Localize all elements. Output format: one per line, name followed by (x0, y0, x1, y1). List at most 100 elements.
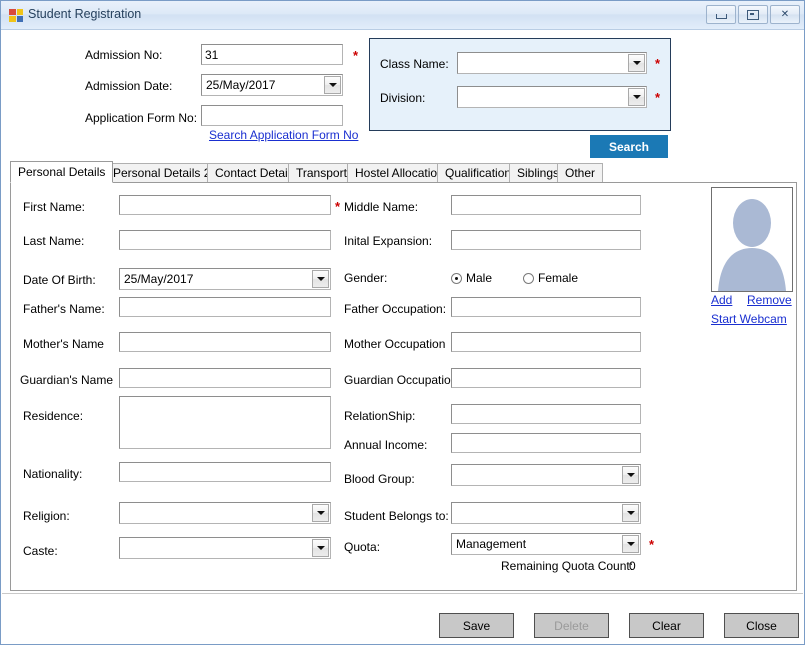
remaining-quota-count-label: Remaining Quota Count: (501, 559, 633, 573)
relationship-input[interactable] (451, 404, 641, 424)
chevron-down-icon[interactable] (628, 54, 645, 72)
fathers-name-label: Father's Name: (23, 302, 105, 316)
guardian-occupation-input[interactable] (451, 368, 641, 388)
nationality-label: Nationality: (23, 467, 82, 481)
window-controls: ✕ (706, 5, 800, 24)
class-division-panel: Class Name: * Division: * (369, 38, 671, 131)
mother-occupation-label: Mother Occupation (344, 337, 445, 351)
mother-occupation-input[interactable] (451, 332, 641, 352)
student-photo-box[interactable] (711, 187, 793, 292)
first-name-input[interactable] (119, 195, 331, 215)
add-photo-link[interactable]: Add (711, 293, 732, 307)
religion-combobox[interactable] (119, 502, 331, 524)
division-label: Division: (380, 91, 425, 105)
religion-label: Religion: (23, 509, 70, 523)
maximize-button[interactable] (738, 5, 768, 24)
search-application-form-no-link[interactable]: Search Application Form No (209, 128, 358, 142)
last-name-input[interactable] (119, 230, 331, 250)
chevron-down-icon[interactable] (324, 76, 341, 94)
middle-name-label: Middle Name: (344, 200, 418, 214)
delete-button[interactable]: Delete (534, 613, 609, 638)
start-webcam-link[interactable]: Start Webcam (711, 312, 787, 326)
save-button[interactable]: Save (439, 613, 514, 638)
guardians-name-label: Guardian's Name (20, 373, 113, 387)
clear-button[interactable]: Clear (629, 613, 704, 638)
gender-label: Gender: (344, 271, 387, 285)
radio-unselected-icon (523, 273, 534, 284)
close-button-footer[interactable]: Close (724, 613, 799, 638)
admission-date-label: Admission Date: (85, 79, 172, 93)
gender-female-label: Female (538, 271, 578, 285)
minimize-icon (707, 6, 735, 23)
inital-expansion-input[interactable] (451, 230, 641, 250)
nationality-input[interactable] (119, 462, 331, 482)
blood-group-label: Blood Group: (344, 472, 415, 486)
tab-personal-details-2[interactable]: Personal Details 2 (105, 163, 218, 182)
caste-label: Caste: (23, 544, 58, 558)
tab-strip: Personal Details Personal Details 2 Cont… (10, 161, 797, 182)
chevron-down-icon[interactable] (628, 88, 645, 106)
gender-male-label: Male (466, 271, 492, 285)
tab-qualification[interactable]: Qualification (437, 163, 519, 182)
mothers-name-label: Mother's Name (23, 337, 104, 351)
residence-textarea[interactable] (119, 396, 331, 449)
gender-radio-female[interactable]: Female (523, 271, 578, 285)
admission-date-value: 25/May/2017 (206, 75, 275, 95)
form-icon (9, 9, 23, 22)
chevron-down-icon[interactable] (622, 535, 639, 553)
annual-income-label: Annual Income: (344, 438, 427, 452)
radio-selected-icon (451, 273, 462, 284)
person-silhouette-icon (712, 188, 792, 291)
admission-no-input[interactable] (201, 44, 343, 65)
chevron-down-icon[interactable] (312, 270, 329, 288)
remaining-quota-count-value: 0 (629, 559, 636, 573)
chevron-down-icon[interactable] (312, 504, 329, 522)
division-combobox[interactable] (457, 86, 647, 108)
gender-radio-male[interactable]: Male (451, 271, 492, 285)
last-name-label: Last Name: (23, 234, 84, 248)
guardian-occupation-label: Guardian Occupation (344, 373, 457, 387)
title-bar: Student Registration ✕ (1, 1, 805, 30)
admission-no-required-marker: * (353, 49, 358, 62)
quota-label: Quota: (344, 540, 380, 554)
caste-combobox[interactable] (119, 537, 331, 559)
date-of-birth-combobox[interactable]: 25/May/2017 (119, 268, 331, 290)
chevron-down-icon[interactable] (312, 539, 329, 557)
minimize-button[interactable] (706, 5, 736, 24)
first-name-label: First Name: (23, 200, 85, 214)
class-name-label: Class Name: (380, 57, 449, 71)
close-button[interactable]: ✕ (770, 5, 800, 24)
chevron-down-icon[interactable] (622, 504, 639, 522)
tab-hostel-allocation[interactable]: Hostel Allocation (347, 163, 452, 182)
maximize-icon (739, 6, 767, 23)
close-icon: ✕ (771, 6, 799, 23)
quota-value: Management (456, 534, 526, 554)
mothers-name-input[interactable] (119, 332, 331, 352)
tab-other[interactable]: Other (557, 163, 603, 182)
relationship-label: RelationShip: (344, 409, 415, 423)
student-registration-window: Student Registration ✕ Admission No: * A… (0, 0, 805, 645)
middle-name-input[interactable] (451, 195, 641, 215)
chevron-down-icon[interactable] (622, 466, 639, 484)
tab-transport[interactable]: Transport (288, 163, 355, 182)
search-button[interactable]: Search (590, 135, 668, 158)
guardians-name-input[interactable] (119, 368, 331, 388)
father-occupation-input[interactable] (451, 297, 641, 317)
admission-date-combobox[interactable]: 25/May/2017 (201, 74, 343, 96)
tab-personal-details[interactable]: Personal Details (10, 161, 113, 183)
quota-combobox[interactable]: Management (451, 533, 641, 555)
remove-photo-link[interactable]: Remove (747, 293, 792, 307)
admission-no-label: Admission No: (85, 48, 162, 62)
application-form-no-label: Application Form No: (85, 111, 197, 125)
application-form-no-input[interactable] (201, 105, 343, 126)
personal-details-panel: First Name: * Last Name: Date Of Birth: … (10, 182, 797, 591)
student-belongs-to-combobox[interactable] (451, 502, 641, 524)
residence-label: Residence: (23, 409, 83, 423)
quota-required-marker: * (649, 538, 654, 551)
date-of-birth-value: 25/May/2017 (124, 269, 193, 289)
class-name-combobox[interactable] (457, 52, 647, 74)
blood-group-combobox[interactable] (451, 464, 641, 486)
annual-income-input[interactable] (451, 433, 641, 453)
fathers-name-input[interactable] (119, 297, 331, 317)
class-name-required-marker: * (655, 57, 660, 70)
